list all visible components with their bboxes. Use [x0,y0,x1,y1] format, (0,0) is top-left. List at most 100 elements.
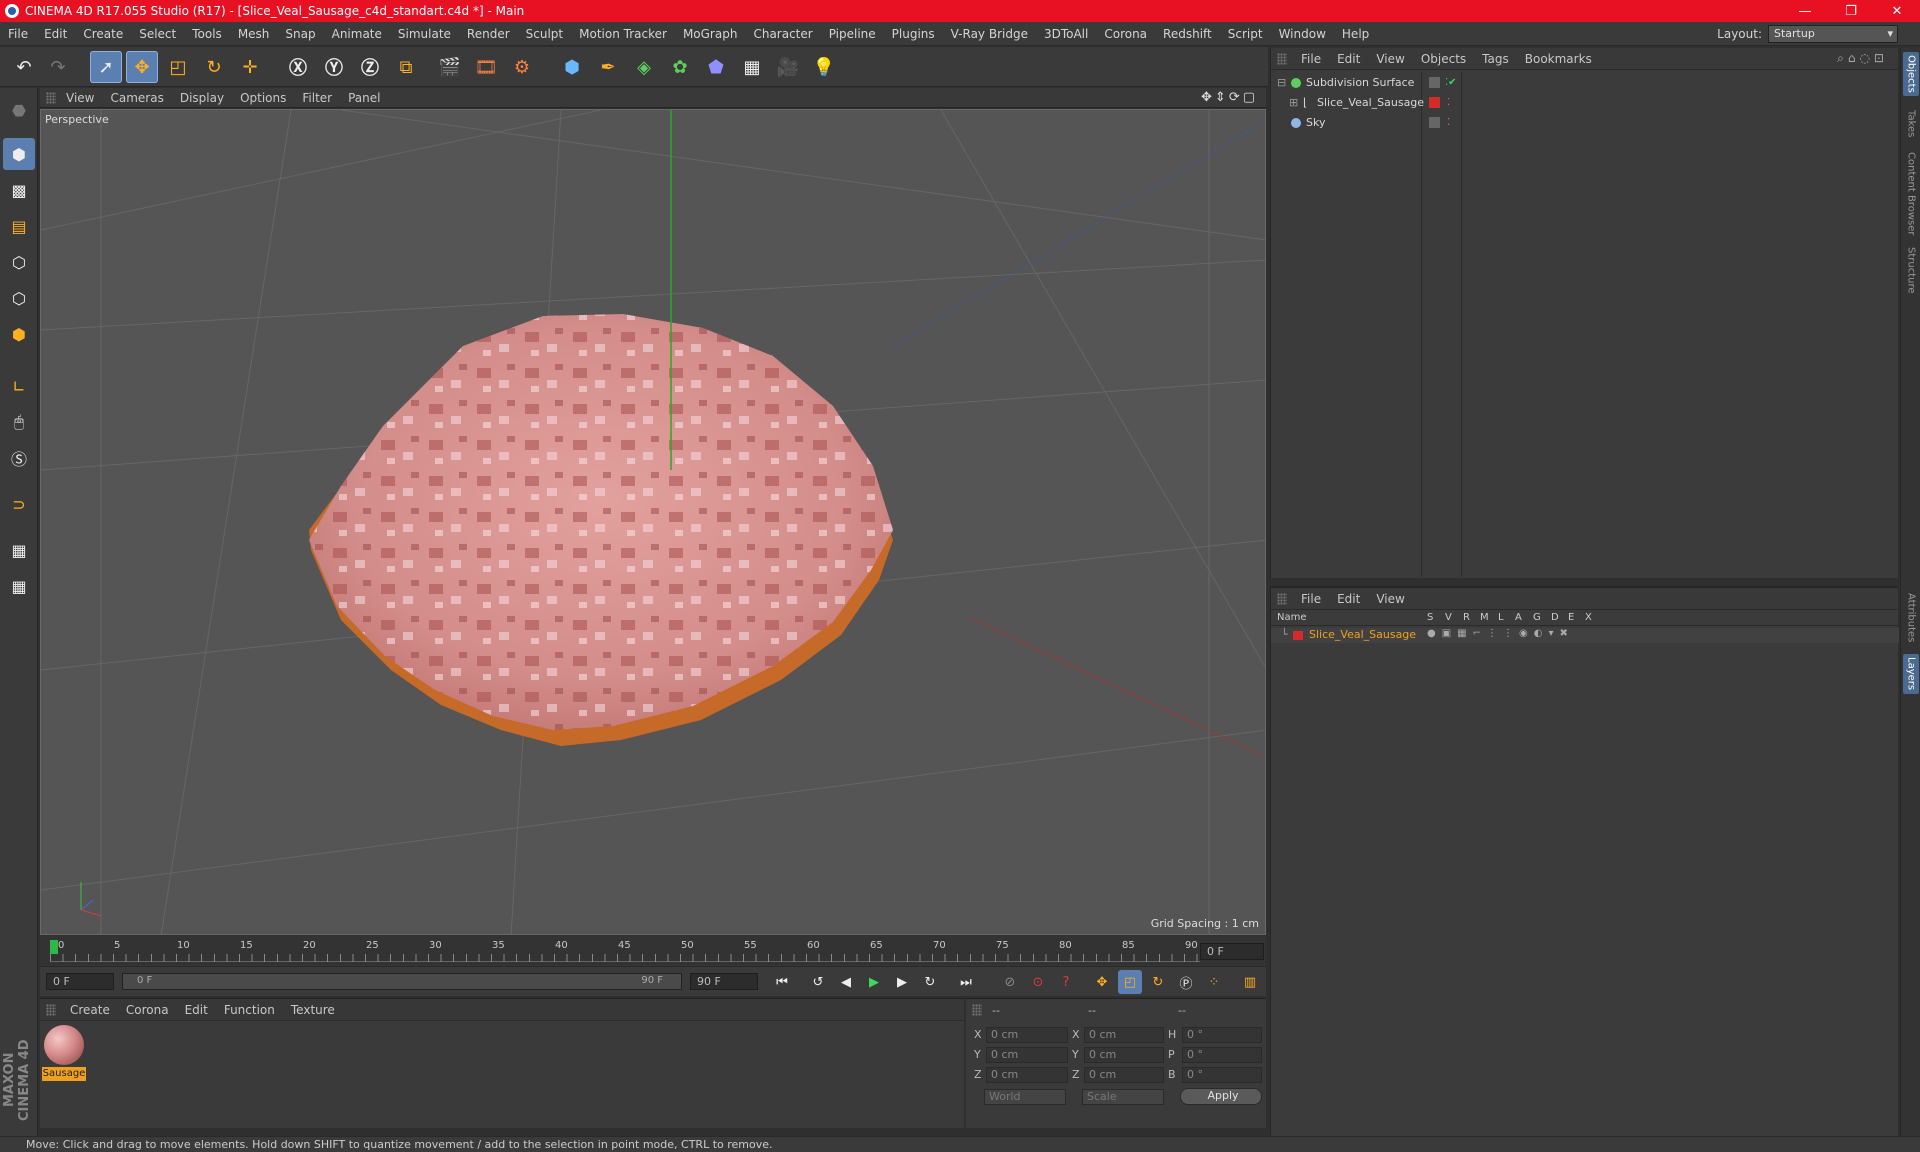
apply-button[interactable]: Apply [1180,1088,1262,1105]
make-editable-icon[interactable]: ⬣ [3,94,35,126]
menu-plugins[interactable]: Plugins [884,27,943,41]
viewport-menu-cameras[interactable]: Cameras [102,91,171,105]
size-z-field[interactable]: 0 cm [1084,1067,1164,1083]
restore-button[interactable]: ❐ [1828,0,1874,22]
collapse-icon[interactable]: ⊟ [1277,73,1286,92]
tab-layers[interactable]: Layers [1903,654,1919,694]
viewport-menu-panel[interactable]: Panel [340,91,388,105]
menu-snap[interactable]: Snap [277,27,323,41]
current-frame-field[interactable]: 0 F [1200,943,1264,960]
objects-menu-tags[interactable]: Tags [1474,52,1517,66]
start-frame-field[interactable]: 0 F [46,973,114,990]
edges-mode-icon[interactable]: ⬡ [3,282,35,314]
end-frame-field[interactable]: 90 F [690,973,758,990]
rot-b-field[interactable]: 0 ° [1182,1067,1262,1083]
layer-tag-icon[interactable] [1429,77,1440,88]
col-name[interactable]: Name [1277,612,1307,623]
layers-menu-file[interactable]: File [1293,592,1329,606]
tweak-mode-icon[interactable]: 🖱 [3,406,35,438]
col-xref[interactable]: X [1585,612,1592,623]
col-animation[interactable]: A [1515,612,1522,623]
col-render[interactable]: R [1463,612,1470,623]
material-menu-create[interactable]: Create [62,1003,118,1017]
panel-grip-icon[interactable] [46,92,56,104]
menu-render[interactable]: Render [459,27,518,41]
layer-name[interactable]: Slice_Veal_Sausage [1309,628,1416,641]
scale-tool-icon[interactable]: ◰ [162,51,194,83]
menu-tools[interactable]: Tools [184,27,230,41]
key-pla-icon[interactable]: ⁘ [1202,970,1226,994]
workplane-lock-icon[interactable]: ▦ [3,534,35,566]
layers-menu-view[interactable]: View [1368,592,1412,606]
material-swatch-sausage[interactable]: Sausage [42,1025,86,1081]
key-position-icon[interactable]: ✥ [1090,970,1114,994]
layers-menu-edit[interactable]: Edit [1329,592,1368,606]
next-frame-icon[interactable]: ▶ [890,970,914,994]
record-keys-icon[interactable]: ⊘ [998,970,1022,994]
camera-icon[interactable]: 🎥 [772,51,804,83]
live-selection-icon[interactable]: ➚ [90,51,122,83]
col-expressions[interactable]: E [1568,612,1574,623]
deformer-icon[interactable]: ⬟ [700,51,732,83]
undo-icon[interactable]: ↶ [8,51,40,83]
expand-icon[interactable]: ⊞ [1289,93,1298,112]
object-row-sky[interactable]: Sky ⁚ [1275,113,1795,132]
workplane-align-icon[interactable]: ▦ [3,570,35,602]
panel-grip-icon[interactable] [1277,593,1287,605]
minimize-button[interactable]: — [1782,0,1828,22]
render-picture-viewer-icon[interactable]: 🎞 [470,51,502,83]
panel-grip-icon[interactable] [1277,53,1287,65]
menu-motion-tracker[interactable]: Motion Tracker [571,27,675,41]
coordinate-system-icon[interactable]: ⧉ [390,51,422,83]
z-axis-lock-icon[interactable]: Ⓩ [354,51,386,83]
perspective-viewport[interactable]: Perspective Grid Spacing : 1 cm [40,109,1266,935]
layer-color-swatch[interactable] [1293,631,1303,640]
menu-character[interactable]: Character [745,27,820,41]
menu-window[interactable]: Window [1271,27,1334,41]
timeline-window-icon[interactable]: ▥ [1238,970,1262,994]
pos-z-field[interactable]: 0 cm [986,1067,1068,1083]
polygons-mode-icon[interactable]: ⬢ [3,318,35,350]
tab-structure[interactable]: Structure [1903,244,1919,296]
viewport-menu-display[interactable]: Display [172,91,232,105]
col-visible[interactable]: V [1445,612,1452,623]
timeline-ruler[interactable]: 0 5 10 15 20 25 30 35 40 45 50 55 60 65 … [40,936,1266,966]
next-key-icon[interactable]: ↻ [918,970,942,994]
tab-attributes[interactable]: Attributes [1903,588,1919,648]
viewport-menu-filter[interactable]: Filter [294,91,340,105]
objects-menu-edit[interactable]: Edit [1329,52,1368,66]
tab-content-browser[interactable]: Content Browser [1903,148,1919,240]
pos-x-field[interactable]: 0 cm [986,1027,1068,1043]
material-menu-function[interactable]: Function [216,1003,283,1017]
magnet-icon[interactable]: ⊃ [3,488,35,520]
cube-object-icon[interactable]: ⬢ [556,51,588,83]
col-deformers[interactable]: D [1551,612,1559,623]
layer-row-slice-veal-sausage[interactable]: └ Slice_Veal_Sausage ●▣▦⌐⋮⋮◉◐▾✖ [1271,628,1899,643]
move-tool-icon[interactable]: ✥ [126,51,158,83]
viewport-nav-icons[interactable]: ✥⇕⟳▢ [1201,90,1258,105]
sausage-slice-model[interactable] [309,314,893,746]
objects-menu-objects[interactable]: Objects [1413,52,1474,66]
menu-mograph[interactable]: MoGraph [675,27,746,41]
go-to-start-icon[interactable]: ⏮ [770,970,794,994]
visibility-dots-icon[interactable]: ⁚ [1447,93,1450,112]
size-x-field[interactable]: 0 cm [1084,1027,1164,1043]
tab-takes[interactable]: Takes [1903,104,1919,144]
frame-range-slider[interactable]: 0 F 90 F [122,973,682,990]
menu-vray-bridge[interactable]: V-Ray Bridge [943,27,1036,41]
pos-y-field[interactable]: 0 cm [986,1047,1068,1063]
col-generators[interactable]: G [1533,612,1541,623]
panel-grip-icon[interactable] [972,1004,982,1016]
render-settings-icon[interactable]: ⚙ [506,51,538,83]
menu-animate[interactable]: Animate [324,27,390,41]
object-row-slice-veal-sausage[interactable]: ⊞ ⌊ Slice_Veal_Sausage ⁚ [1275,93,1795,112]
menu-pipeline[interactable]: Pipeline [821,27,884,41]
subdivision-surface-icon[interactable]: ◈ [628,51,660,83]
col-locked[interactable]: L [1498,612,1504,623]
object-manager-nav-icons[interactable]: ⌕⌂◌⊡ [1837,51,1888,66]
x-axis-lock-icon[interactable]: Ⓧ [282,51,314,83]
panel-grip-icon[interactable] [46,1004,56,1016]
close-button[interactable]: ✕ [1874,0,1920,22]
menu-file[interactable]: File [0,27,36,41]
cloner-icon[interactable]: ✿ [664,51,696,83]
